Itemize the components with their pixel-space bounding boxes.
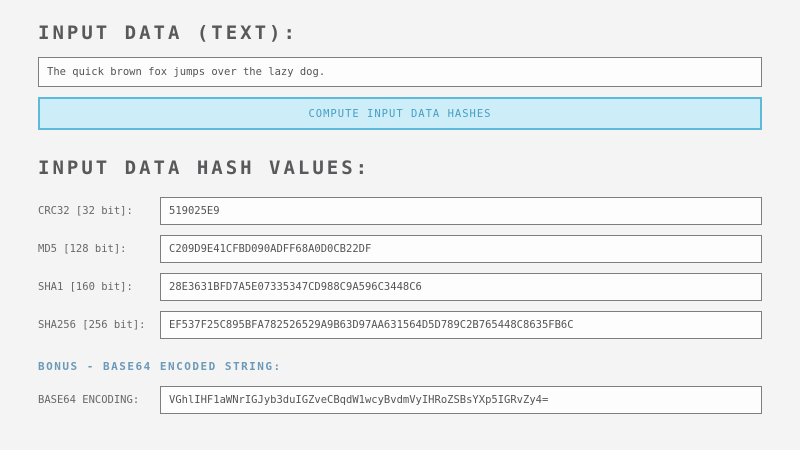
hash-tool-page: INPUT DATA (TEXT): COMPUTE INPUT DATA HA… xyxy=(0,0,800,450)
hash-row-crc32: CRC32 [32 bit]: 519025E9 xyxy=(38,197,762,225)
input-data-heading: INPUT DATA (TEXT): xyxy=(38,22,762,44)
md5-label: MD5 [128 bit]: xyxy=(38,243,160,255)
crc32-value-field[interactable]: 519025E9 xyxy=(160,197,762,225)
base64-value-field[interactable]: VGhlIHF1aWNrIGJyb3duIGZveCBqdW1wcyBvdmVy… xyxy=(160,386,762,414)
base64-row: BASE64 ENCODING: VGhlIHF1aWNrIGJyb3duIGZ… xyxy=(38,386,762,414)
hash-values-heading: INPUT DATA HASH VALUES: xyxy=(38,157,762,179)
hash-row-sha256: SHA256 [256 bit]: EF537F25C895BFA7825265… xyxy=(38,311,762,339)
sha1-label: SHA1 [160 bit]: xyxy=(38,281,160,293)
hash-row-sha1: SHA1 [160 bit]: 28E3631BFD7A5E07335347CD… xyxy=(38,273,762,301)
hash-row-md5: MD5 [128 bit]: C209D9E41CFBD090ADFF68A0D… xyxy=(38,235,762,263)
compute-hashes-button[interactable]: COMPUTE INPUT DATA HASHES xyxy=(38,97,762,130)
md5-value-field[interactable]: C209D9E41CFBD090ADFF68A0D0CB22DF xyxy=(160,235,762,263)
sha256-label: SHA256 [256 bit]: xyxy=(38,319,160,331)
input-data-field-wrap xyxy=(38,57,762,87)
base64-label: BASE64 ENCODING: xyxy=(38,394,160,406)
bonus-base64-heading: BONUS - BASE64 ENCODED STRING: xyxy=(38,360,762,373)
input-data-text-field[interactable] xyxy=(38,57,762,87)
sha1-value-field[interactable]: 28E3631BFD7A5E07335347CD988C9A596C3448C6 xyxy=(160,273,762,301)
crc32-label: CRC32 [32 bit]: xyxy=(38,205,160,217)
sha256-value-field[interactable]: EF537F25C895BFA782526529A9B63D97AA631564… xyxy=(160,311,762,339)
hash-rows: CRC32 [32 bit]: 519025E9 MD5 [128 bit]: … xyxy=(38,197,762,339)
